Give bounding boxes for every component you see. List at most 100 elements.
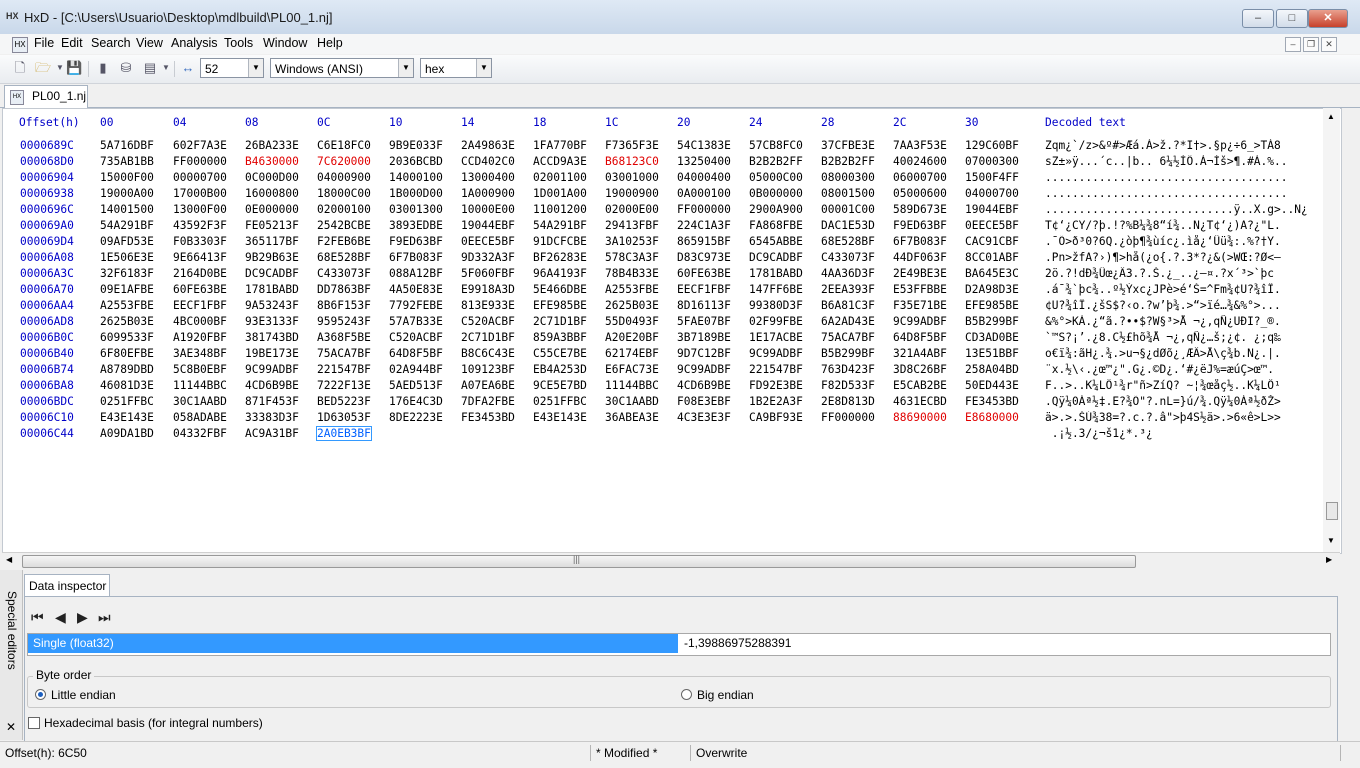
hex-byte-group[interactable]: 9D332A3F: [461, 251, 515, 264]
hex-byte-group[interactable]: 05000600: [893, 187, 947, 200]
hex-byte-group[interactable]: BF26283E: [533, 251, 587, 264]
open-disk-icon[interactable]: ⛁: [118, 60, 134, 76]
hex-byte-group[interactable]: EB4A253D: [533, 363, 587, 376]
decoded-text[interactable]: `™S?¡’.¿8.C½£hõ¾Å ¬¿,qÑ¿…š;¿¢. ¿;q‰: [1045, 331, 1323, 344]
hex-byte-group[interactable]: F9ED63BF: [893, 219, 947, 232]
vertical-scrollbar[interactable]: ▲ ▼: [1323, 108, 1340, 552]
decoded-text[interactable]: ............................ÿ..X.g>..N¿: [1045, 203, 1323, 216]
hex-byte-group[interactable]: 6F80EFBE: [100, 347, 154, 360]
hex-byte-group[interactable]: 2542BCBE: [317, 219, 371, 232]
hex-byte-group[interactable]: 5FAE07BF: [677, 315, 731, 328]
scroll-up-icon[interactable]: ▲: [1327, 112, 1335, 121]
ram-dropdown-icon[interactable]: ▼: [158, 60, 174, 76]
hex-byte-group[interactable]: 02001100: [533, 171, 587, 184]
hex-byte-group[interactable]: 2625B03E: [605, 299, 659, 312]
hex-byte-group[interactable]: 258A04BD: [965, 363, 1019, 376]
hex-byte-group[interactable]: 16000800: [245, 187, 299, 200]
hex-byte-group[interactable]: 13250400: [677, 155, 731, 168]
previous-icon[interactable]: ◀: [55, 609, 66, 626]
hex-byte-group[interactable]: 9595243F: [317, 315, 371, 328]
hex-byte-group[interactable]: 68E528BF: [821, 235, 875, 248]
hex-byte-group[interactable]: CD3AD0BE: [965, 331, 1019, 344]
document-icon[interactable]: HX: [12, 37, 28, 53]
mdi-close-icon[interactable]: ✕: [1321, 37, 1337, 52]
hex-byte-group[interactable]: EFE985BE: [965, 299, 1019, 312]
hex-byte-group[interactable]: 0B000000: [749, 187, 803, 200]
hex-byte-group[interactable]: 9C99ADBF: [749, 347, 803, 360]
hex-byte-group[interactable]: 9A53243F: [245, 299, 299, 312]
close-button[interactable]: ✕: [1308, 9, 1348, 28]
hex-byte-group[interactable]: 6545ABBE: [749, 235, 803, 248]
hex-byte-group[interactable]: 4BC000BF: [173, 315, 227, 328]
hex-byte-group[interactable]: 1A000900: [461, 187, 515, 200]
hex-byte-group[interactable]: 05000C00: [749, 171, 803, 184]
hex-byte-group[interactable]: 29413FBF: [605, 219, 659, 232]
hex-byte-group[interactable]: 37CFBE3E: [821, 139, 875, 152]
hex-byte-group[interactable]: 54A291BF: [100, 219, 154, 232]
hex-row[interactable]: 00006BA8 46081D3E 11144BBC 4CD6B9BE 7222F13E…: [3, 379, 1323, 395]
scroll-down-icon[interactable]: ▼: [1327, 536, 1335, 545]
hex-byte-group[interactable]: 0E000000: [245, 203, 299, 216]
hex-byte-group[interactable]: 7C620000: [317, 155, 371, 168]
charset-combo[interactable]: Windows (ANSI) ▼: [270, 58, 414, 78]
little-endian-radio[interactable]: [35, 689, 46, 700]
hex-byte-group[interactable]: 589D673E: [893, 203, 947, 216]
hex-byte-group[interactable]: 1781BABD: [245, 283, 299, 296]
hex-byte-group[interactable]: 30C1AABD: [173, 395, 227, 408]
hex-byte-group[interactable]: FF000000: [821, 411, 875, 424]
hex-byte-group[interactable]: 6099533F: [100, 331, 154, 344]
hex-row[interactable]: 000069D4 09AFD53E F0B3303F 365117BF F2FEB6BE…: [3, 235, 1323, 251]
hex-row[interactable]: 00006C10 E43E143E 058ADABE 33383D3F 1D63053F…: [3, 411, 1323, 427]
hex-row[interactable]: 00006B0C 6099533F A1920FBF 381743BD A368F5BE…: [3, 331, 1323, 347]
hex-byte-group[interactable]: 9C99ADBF: [677, 363, 731, 376]
hex-byte-group[interactable]: E8680000: [965, 411, 1019, 424]
mdi-restore-icon[interactable]: ❐: [1303, 37, 1319, 52]
hex-byte-group[interactable]: 99380D3F: [749, 299, 803, 312]
hex-byte-group[interactable]: CA9BF93E: [749, 411, 803, 424]
hex-basis-label[interactable]: Hexadecimal basis (for integral numbers): [44, 716, 263, 730]
hex-byte-group[interactable]: E53FFBBE: [893, 283, 947, 296]
hex-byte-group[interactable]: 1500F4FF: [965, 171, 1019, 184]
hex-byte-group[interactable]: FE3453BD: [965, 395, 1019, 408]
hex-byte-group[interactable]: 9E66413F: [173, 251, 227, 264]
save-icon[interactable]: 💾: [66, 60, 82, 76]
hex-byte-group[interactable]: 02F99FBE: [749, 315, 803, 328]
hex-byte-group[interactable]: B68123C0: [605, 155, 659, 168]
hex-byte-group[interactable]: 5E466DBE: [533, 283, 587, 296]
hex-byte-group[interactable]: C433073F: [317, 267, 371, 280]
menu-window[interactable]: Window: [263, 36, 307, 50]
chevron-down-icon[interactable]: ▼: [248, 59, 263, 77]
hex-byte-group[interactable]: 04332FBF: [173, 427, 227, 440]
hex-byte-group[interactable]: 0251FFBC: [100, 395, 154, 408]
hex-byte-group[interactable]: 09E1AFBE: [100, 283, 154, 296]
hex-byte-group[interactable]: 11144BBC: [605, 379, 659, 392]
hex-byte-group[interactable]: 4CD6B9BE: [677, 379, 731, 392]
hex-byte-group[interactable]: A2553FBE: [100, 299, 154, 312]
hex-byte-group[interactable]: 00001C00: [821, 203, 875, 216]
hex-row[interactable]: 0000696C 14001500 13000F00 0E000000 02000100…: [3, 203, 1323, 219]
hex-byte-group[interactable]: 10000E00: [461, 203, 515, 216]
hex-byte-group[interactable]: FE3453BD: [461, 411, 515, 424]
hex-byte-group[interactable]: 763D423F: [821, 363, 875, 376]
hex-byte-group[interactable]: ACCD9A3E: [533, 155, 587, 168]
hex-row[interactable]: 00006AA4 A2553FBE EECF1FBF 9A53243F 8B6F153F…: [3, 299, 1323, 315]
hex-byte-group[interactable]: E5CAB2BE: [893, 379, 947, 392]
open-ram-icon[interactable]: ▤: [142, 60, 158, 76]
hex-byte-group[interactable]: CAC91CBF: [965, 235, 1019, 248]
tab-document[interactable]: HX PL00_1.nj: [4, 85, 88, 108]
menu-file[interactable]: File: [34, 36, 54, 50]
hex-byte-group[interactable]: C520ACBF: [461, 315, 515, 328]
hex-byte-group[interactable]: B5B299BF: [821, 347, 875, 360]
hex-byte-group[interactable]: 03001000: [605, 171, 659, 184]
hex-byte-group[interactable]: AC9A31BF: [245, 427, 299, 440]
decoded-text[interactable]: o€ï¾:ãH¿.¾.>u¬§¿dØõ¿¸ÆÄ>Å\ç¾b.N¿.|.: [1045, 347, 1323, 360]
next-icon[interactable]: ▶: [77, 609, 88, 626]
hex-byte-group[interactable]: 14001500: [100, 203, 154, 216]
hex-byte-group[interactable]: 33383D3F: [245, 411, 299, 424]
hex-byte-group[interactable]: 8DE2223E: [389, 411, 443, 424]
hex-byte-group[interactable]: 02000100: [317, 203, 371, 216]
hex-byte-group[interactable]: A1920FBF: [173, 331, 227, 344]
hex-byte-group[interactable]: 4CD6B9BE: [245, 379, 299, 392]
hex-row[interactable]: 00006C44 A09DA1BD 04332FBF AC9A31BF 2A0EB3BF…: [3, 426, 1323, 443]
hex-byte-group[interactable]: 9D7C12BF: [677, 347, 731, 360]
